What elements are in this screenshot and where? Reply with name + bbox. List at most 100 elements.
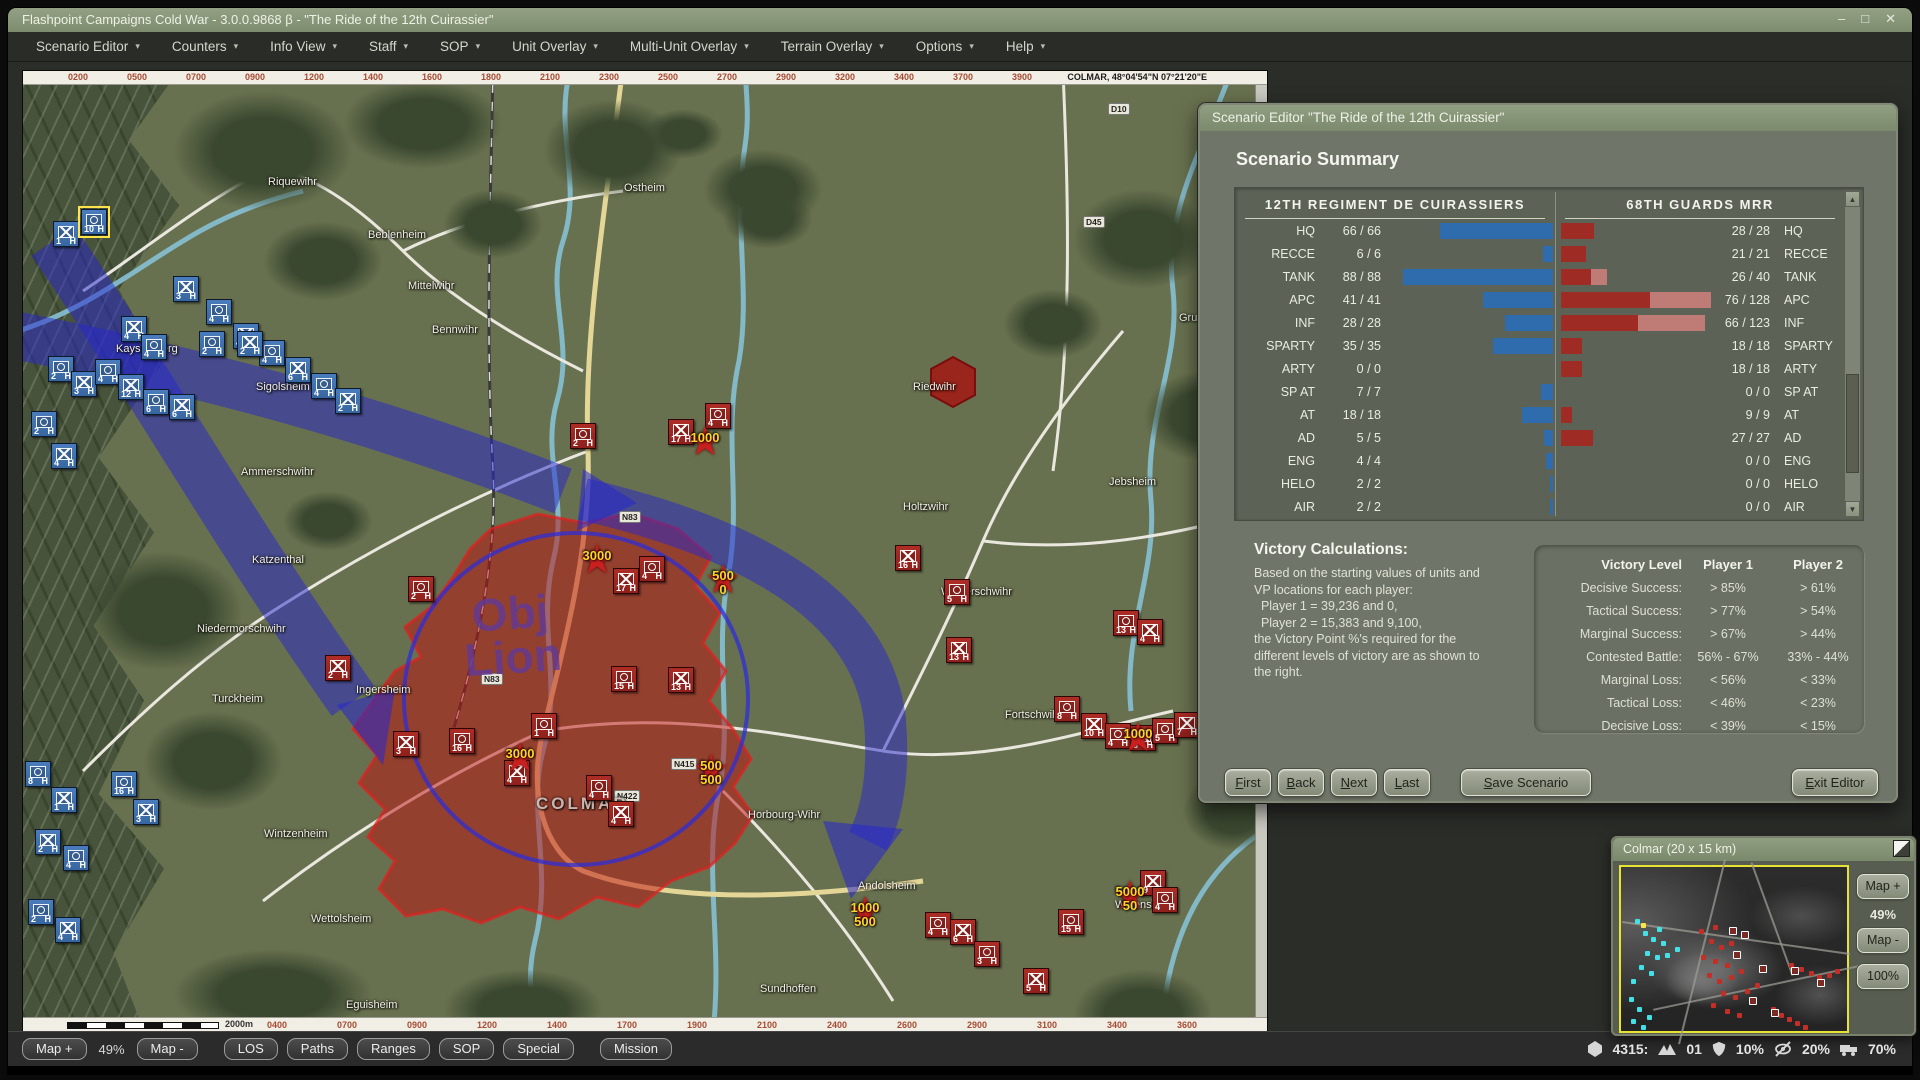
ranges-button[interactable]: Ranges [357,1038,430,1060]
map-minus-button[interactable]: Map - [137,1038,198,1060]
unit-counter-blue[interactable]: 6H [169,394,195,420]
minimap-map-plus-button[interactable]: Map + [1857,874,1909,899]
minimap-unit-dot-cyan [1631,979,1636,984]
unit-counter-blue[interactable]: 4H [206,299,232,325]
unit-counter-blue[interactable]: 2H [199,331,225,357]
unit-counter-red[interactable]: 13H [1113,610,1139,636]
unit-counter-blue[interactable]: 2H [35,829,61,855]
unit-counter-red[interactable]: 15H [611,666,637,692]
unit-summary-table: 12TH REGIMENT DE CUIRASSIERS 68TH GUARDS… [1234,187,1864,521]
scroll-up-icon[interactable]: ▲ [1845,191,1860,207]
minimap-unit-dot-red [1713,925,1718,930]
unit-counter-blue[interactable]: 6H [143,389,169,415]
next-button[interactable]: Next [1331,769,1377,796]
unit-counter-blue[interactable]: 2H [31,411,57,437]
menu-item-options[interactable]: Options▾ [902,35,992,58]
unit-counter-red[interactable]: 5H [1023,968,1049,994]
scroll-down-icon[interactable]: ▼ [1845,501,1860,517]
unit-counter-red[interactable]: 4H [639,556,665,582]
unit-type-label: ARTY [1784,358,1817,381]
menu-item-counters[interactable]: Counters▾ [158,35,256,58]
menu-item-staff[interactable]: Staff▾ [355,35,426,58]
minimap-100pct-button[interactable]: 100% [1857,964,1909,989]
back-button[interactable]: Back [1278,769,1324,796]
unit-counter-red[interactable]: 5H [944,579,970,605]
unit-counter-red[interactable]: 15H [1058,909,1084,935]
left-force-cells: TANK88 / 88 [1235,266,1555,289]
save-scenario-button[interactable]: Save Scenario [1461,769,1591,796]
unit-counter-red[interactable]: 2H [325,655,351,681]
strength-bar-red [1561,246,1586,262]
map-plus-button[interactable]: Map + [22,1038,87,1060]
unit-counter-blue[interactable]: 1H [51,787,77,813]
unit-counter-blue[interactable]: 4H [311,373,337,399]
menu-item-terrain-overlay[interactable]: Terrain Overlay▾ [767,35,902,58]
minimap-resize-icon[interactable] [1893,840,1910,857]
panel-titlebar[interactable]: Scenario Editor "The Ride of the 12th Cu… [1200,105,1896,131]
right-force-cells: 0 / 0ENG [1556,450,1843,473]
victory-table-row: Decisive Success:> 85%> 61% [1534,576,1864,599]
unit-counter-blue[interactable]: 4H [51,443,77,469]
unit-counter-red[interactable]: 4H [1152,887,1178,913]
unit-counter-red[interactable]: 13H [946,637,972,663]
unit-counter-red[interactable]: 3H [974,941,1000,967]
last-button[interactable]: Last [1384,769,1430,796]
first-button[interactable]: First [1225,769,1271,796]
unit-counter-blue[interactable]: 2H [237,331,263,357]
menu-item-unit-overlay[interactable]: Unit Overlay▾ [498,35,616,58]
scrollbar-thumb[interactable] [1846,374,1859,474]
unit-counter-red[interactable]: 8H [1054,696,1080,722]
close-icon[interactable]: ✕ [1885,8,1896,32]
unit-counter-red[interactable]: 13H [668,667,694,693]
unit-counter-red[interactable]: 3H [393,731,419,757]
minimap-map-minus-button[interactable]: Map - [1857,928,1909,953]
unit-counter-blue[interactable]: 10H [81,209,107,235]
minimap-title[interactable]: Colmar (20 x 15 km) [1613,838,1914,861]
unit-counter-red[interactable]: 4H [925,912,951,938]
sop-button[interactable]: SOP [439,1038,494,1060]
exit-editor-button[interactable]: Exit Editor [1792,769,1878,796]
minimize-icon[interactable]: – [1838,8,1845,32]
vp-marker: ★5000 [701,569,745,597]
unit-counter-red[interactable]: 2H [408,576,434,602]
unit-counter-blue[interactable]: 8H [25,761,51,787]
unit-counter-blue[interactable]: 3H [173,276,199,302]
menu-item-sop[interactable]: SOP▾ [426,35,498,58]
victory-cell: Marginal Loss: [1534,673,1682,687]
unit-counter-blue[interactable]: 3H [71,371,97,397]
unit-counter-blue[interactable]: 2H [335,388,361,414]
map-viewport[interactable]: RiquewihrOstheimBeblenheimMittelwihrBenn… [22,70,1268,1034]
unit-counter-blue[interactable]: 12H [118,374,144,400]
menu-item-scenario-editor[interactable]: Scenario Editor▾ [22,35,158,58]
unit-counter-blue[interactable]: 4H [55,917,81,943]
unit-counter-blue[interactable]: 4H [63,845,89,871]
mountains-icon [1657,1041,1677,1057]
unit-counter-blue[interactable]: 6H [285,357,311,383]
unit-counter-red[interactable]: 7H [1174,712,1200,738]
mission-button[interactable]: Mission [600,1038,672,1060]
unit-counter-red[interactable]: 4H [608,801,634,827]
unit-counter-red[interactable]: 6H [950,919,976,945]
unit-counter-red[interactable]: 2H [570,423,596,449]
victory-cell: Marginal Success: [1534,627,1682,641]
left-force-cells: HQ66 / 66 [1235,220,1555,243]
paths-button[interactable]: Paths [287,1038,348,1060]
menu-item-multi-unit-overlay[interactable]: Multi-Unit Overlay▾ [616,35,767,58]
minimap-image[interactable] [1619,865,1849,1033]
special-button[interactable]: Special [503,1038,574,1060]
unit-counter-red[interactable]: 4H [586,775,612,801]
los-button[interactable]: LOS [224,1038,278,1060]
unit-counter-blue[interactable]: 3H [133,799,159,825]
unit-counter-blue[interactable]: 16H [111,771,137,797]
unit-counter-blue[interactable]: 4H [141,334,167,360]
unit-counter-red[interactable]: 16H [895,545,921,571]
unit-counter-blue[interactable]: 1H [53,221,79,247]
unit-counter-blue[interactable]: 2H [28,899,54,925]
unit-counter-red[interactable]: 10H [1081,713,1107,739]
maximize-icon[interactable]: □ [1861,8,1869,32]
unit-counter-red[interactable]: 4H [1137,619,1163,645]
unit-counter-red[interactable]: 16H [449,728,475,754]
menu-item-info-view[interactable]: Info View▾ [256,35,355,58]
table-scrollbar[interactable]: ▲ ▼ [1844,190,1861,518]
menu-item-help[interactable]: Help▾ [992,35,1063,58]
